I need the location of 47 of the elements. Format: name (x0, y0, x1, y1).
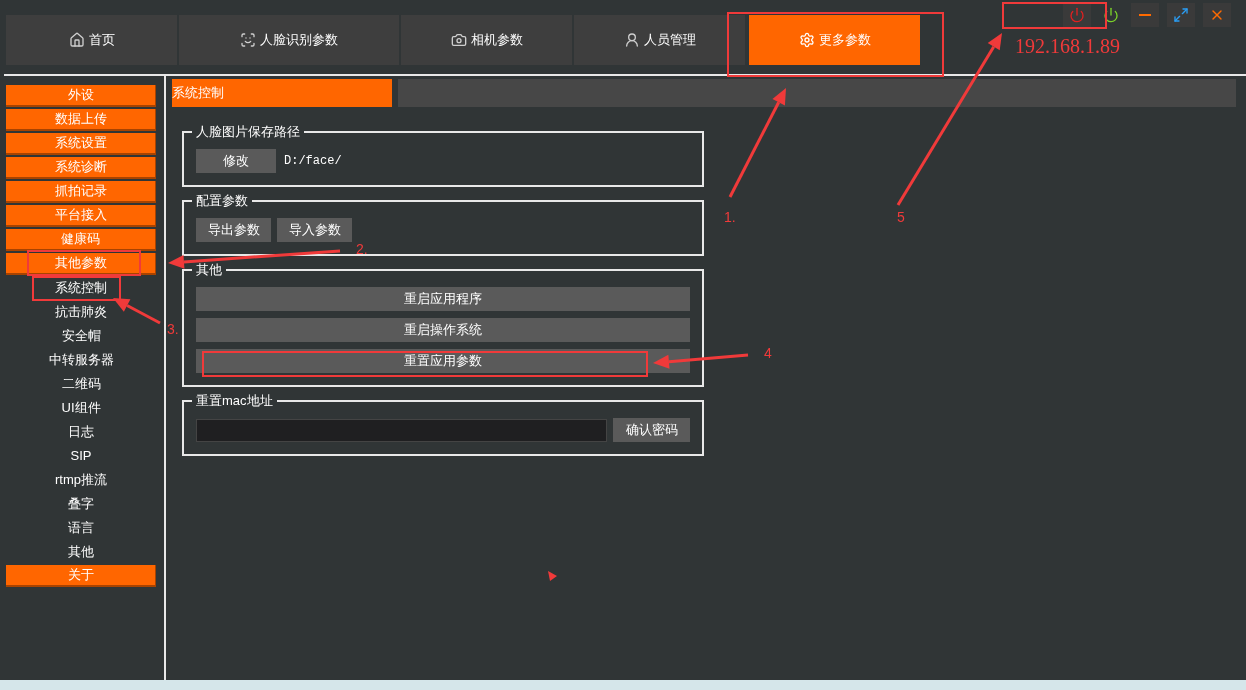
sidebar-item[interactable]: 抗击肺炎 (6, 301, 156, 323)
gear-icon (798, 32, 815, 48)
nav-tab[interactable]: 首页 (6, 15, 177, 65)
sidebar-item[interactable]: 安全帽 (6, 325, 156, 347)
sidebar-item[interactable]: 中转服务器 (6, 349, 156, 371)
sidebar-item[interactable]: 日志 (6, 421, 156, 443)
sidebar-item[interactable]: 叠字 (6, 493, 156, 515)
sidebar-item[interactable]: 二维码 (6, 373, 156, 395)
sidebar-item[interactable]: rtmp推流 (6, 469, 156, 491)
home-icon (68, 32, 85, 48)
power-icon (1069, 7, 1085, 23)
annotation-label: 192.168.1.89 (1015, 36, 1120, 56)
action-button[interactable]: 重启操作系统 (196, 318, 690, 342)
action-button[interactable]: 导入参数 (277, 218, 352, 242)
annotation-label: 4 (764, 346, 772, 360)
fullscreen-button[interactable] (1167, 3, 1195, 27)
annotation-label: 1. (724, 210, 736, 224)
nav-tab[interactable]: 人员管理 (574, 15, 745, 65)
sidebar-item[interactable]: SIP (6, 445, 156, 467)
face-scan-icon (240, 32, 256, 48)
nav-tab[interactable]: 人脸识别参数 (179, 15, 399, 65)
nav-tab[interactable]: 相机参数 (401, 15, 572, 65)
person-icon (623, 32, 640, 48)
action-button[interactable]: 修改 (196, 149, 276, 173)
action-button[interactable]: 导出参数 (196, 218, 271, 242)
action-button[interactable]: 确认密码 (613, 418, 690, 442)
path-value: D:/face/ (284, 153, 342, 170)
password-field[interactable] (196, 418, 607, 442)
power-button[interactable] (1063, 3, 1091, 27)
minimize-button[interactable] (1131, 3, 1159, 27)
action-button[interactable]: 重置应用参数 (196, 349, 690, 373)
sidebar-item[interactable]: 其他 (6, 541, 156, 563)
fullscreen-icon (1173, 7, 1189, 23)
annotation-label: 3. (167, 322, 179, 336)
page-title-bar: 系统控制 (172, 79, 392, 107)
annotation-label: 5 (897, 210, 905, 224)
annotation-label: 2. (356, 242, 368, 256)
minimize-icon (1139, 14, 1151, 16)
pointer-mark-icon (548, 571, 557, 581)
sidebar-item[interactable]: 语言 (6, 517, 156, 539)
sidebar-item[interactable]: UI组件 (6, 397, 156, 419)
close-button[interactable] (1203, 3, 1231, 27)
camera-icon (450, 32, 467, 48)
sidebar-item[interactable]: 系统控制 (6, 277, 156, 299)
annotation-arrow (113, 298, 161, 325)
action-button[interactable]: 重启应用程序 (196, 287, 690, 311)
power-icon (1103, 7, 1119, 23)
